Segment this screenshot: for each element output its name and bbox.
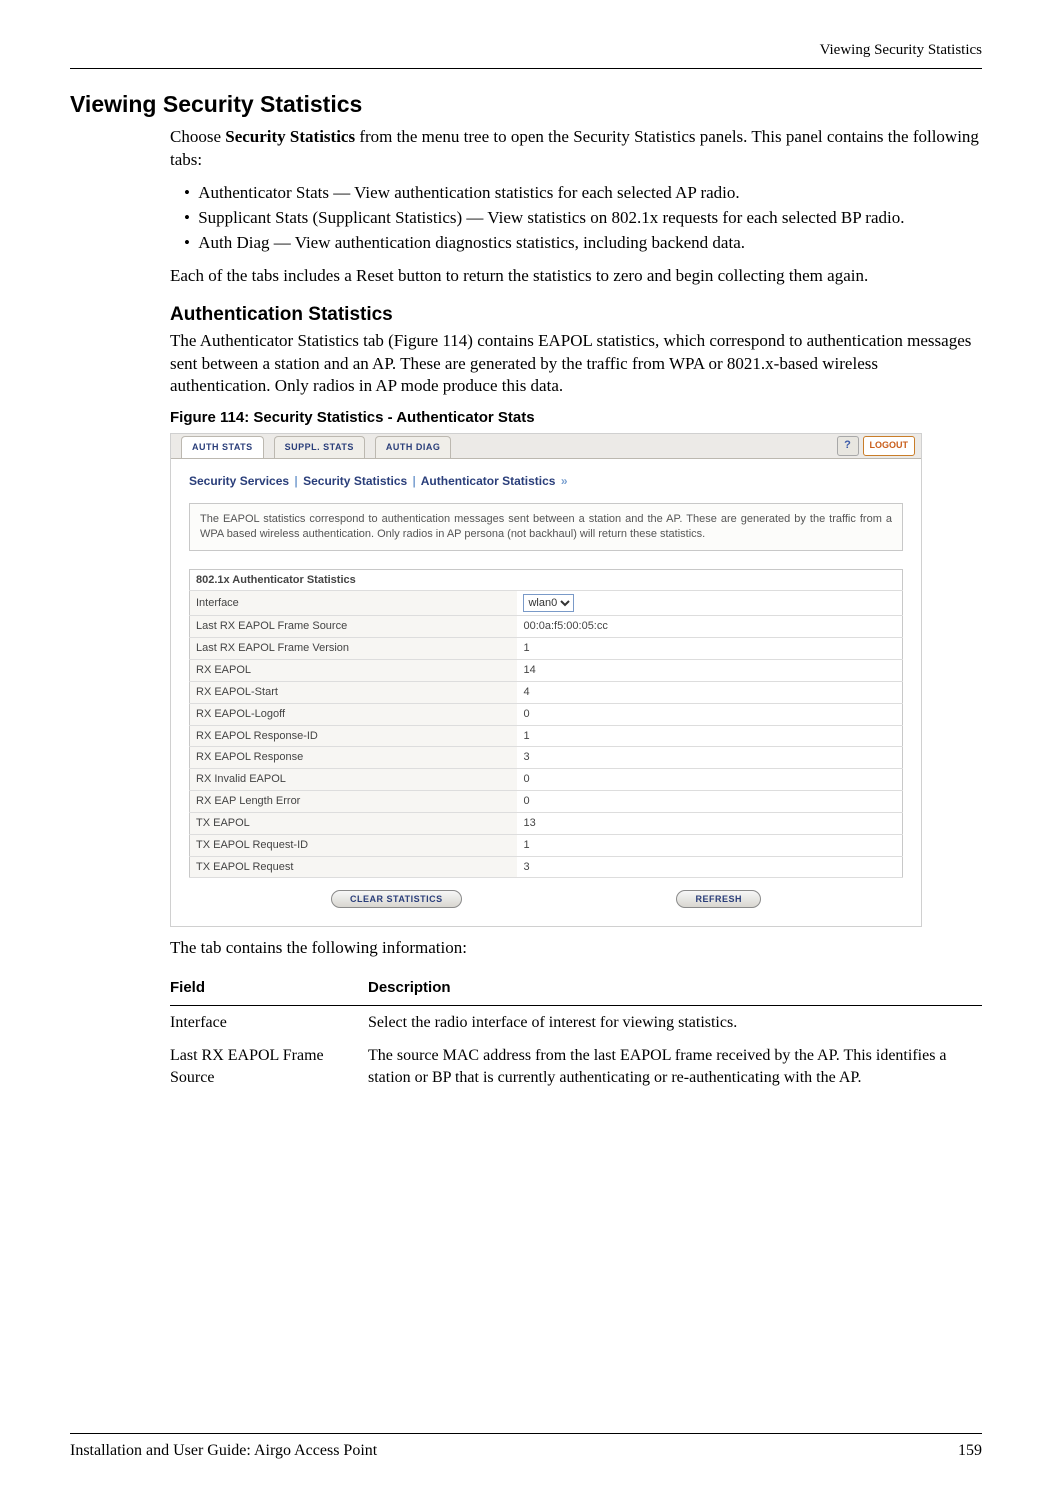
table-row: RX EAPOL Response3 — [190, 747, 903, 769]
page-title: Viewing Security Statistics — [70, 89, 982, 120]
logout-button[interactable]: LOGOUT — [863, 436, 916, 456]
table-row: RX EAPOL14 — [190, 660, 903, 682]
tab-suppl-stats[interactable]: SUPPL. STATS — [274, 436, 365, 457]
field-row: Last RX EAPOL Frame Source The source MA… — [170, 1039, 982, 1094]
footer-rule — [70, 1433, 982, 1434]
header-rule — [70, 68, 982, 69]
breadcrumb: Security Services | Security Statistics … — [171, 459, 921, 499]
stat-value: 3 — [517, 747, 902, 769]
stat-label: Last RX EAPOL Frame Version — [190, 638, 518, 660]
field-header-field: Field — [170, 972, 368, 1005]
figure-caption: Figure 114: Security Statistics - Authen… — [170, 408, 982, 428]
stat-value: 1 — [517, 638, 902, 660]
intro-paragraph: Choose Security Statistics from the menu… — [170, 126, 982, 172]
running-header: Viewing Security Statistics — [70, 40, 982, 60]
breadcrumb-arrow: » — [559, 474, 570, 488]
table-row: Last RX EAPOL Frame Version1 — [190, 638, 903, 660]
table-row: RX Invalid EAPOL0 — [190, 769, 903, 791]
breadcrumb-sep2: | — [411, 474, 418, 488]
clear-statistics-button[interactable]: CLEAR STATISTICS — [331, 890, 462, 908]
intro-reset-text: Each of the tabs includes a Reset button… — [170, 265, 982, 288]
table-row: TX EAPOL Request3 — [190, 856, 903, 878]
stat-label: RX EAPOL Response-ID — [190, 725, 518, 747]
table-row: RX EAP Length Error0 — [190, 791, 903, 813]
stat-value: 14 — [517, 660, 902, 682]
field-header-desc: Description — [368, 972, 982, 1005]
stat-label: TX EAPOL — [190, 812, 518, 834]
description-box: The EAPOL statistics correspond to authe… — [189, 503, 903, 551]
stats-table-title: 802.1x Authenticator Statistics — [190, 569, 903, 591]
refresh-button[interactable]: REFRESH — [676, 890, 761, 908]
stat-label: RX Invalid EAPOL — [190, 769, 518, 791]
stat-label: RX EAPOL — [190, 660, 518, 682]
stat-value: 00:0a:f5:00:05:cc — [517, 616, 902, 638]
intro-bullet-3: Auth Diag — View authentication diagnost… — [184, 232, 982, 255]
screenshot-panel: AUTH STATS SUPPL. STATS AUTH DIAG ? LOGO… — [170, 433, 922, 928]
page-footer: Installation and User Guide: Airgo Acces… — [70, 1433, 982, 1462]
subheading-auth-stats: Authentication Statistics — [170, 302, 982, 328]
intro-bullets: Authenticator Stats — View authenticatio… — [170, 182, 982, 255]
table-row: TX EAPOL Request-ID1 — [190, 834, 903, 856]
breadcrumb-part2: Security Statistics — [303, 474, 407, 488]
after-screenshot-text: The tab contains the following informati… — [170, 937, 982, 960]
intro-bullet-1: Authenticator Stats — View authenticatio… — [184, 182, 982, 205]
tab-auth-diag[interactable]: AUTH DIAG — [375, 436, 452, 457]
stat-label: RX EAPOL Response — [190, 747, 518, 769]
table-row: Last RX EAPOL Frame Source00:0a:f5:00:05… — [190, 616, 903, 638]
stat-value: 1 — [517, 725, 902, 747]
interface-select[interactable]: wlan0 — [523, 594, 574, 612]
table-row-interface: Interface wlan0 — [190, 591, 903, 616]
tab-bar: AUTH STATS SUPPL. STATS AUTH DIAG ? LOGO… — [171, 434, 921, 459]
subheading-paragraph: The Authenticator Statistics tab (Figure… — [170, 330, 982, 399]
intro-bullet-2: Supplicant Stats (Supplicant Statistics)… — [184, 207, 982, 230]
table-row: RX EAPOL Response-ID1 — [190, 725, 903, 747]
stat-label: RX EAPOL-Logoff — [190, 703, 518, 725]
stat-label: TX EAPOL Request-ID — [190, 834, 518, 856]
footer-right: 159 — [958, 1440, 982, 1462]
field-name: Last RX EAPOL Frame Source — [170, 1039, 368, 1094]
stat-value: 0 — [517, 769, 902, 791]
stats-table: 802.1x Authenticator Statistics Interfac… — [189, 569, 903, 879]
intro-prefix: Choose — [170, 127, 225, 146]
stat-label: TX EAPOL Request — [190, 856, 518, 878]
table-row: RX EAPOL-Logoff0 — [190, 703, 903, 725]
stat-value: 4 — [517, 681, 902, 703]
table-row: RX EAPOL-Start4 — [190, 681, 903, 703]
tab-auth-stats[interactable]: AUTH STATS — [181, 436, 264, 457]
breadcrumb-sep1: | — [292, 474, 299, 488]
field-name: Interface — [170, 1005, 368, 1039]
field-desc: Select the radio interface of interest f… — [368, 1005, 982, 1039]
stat-value: 0 — [517, 703, 902, 725]
table-row: TX EAPOL13 — [190, 812, 903, 834]
stat-value: 1 — [517, 834, 902, 856]
stat-value: 3 — [517, 856, 902, 878]
breadcrumb-part1: Security Services — [189, 474, 289, 488]
stat-label: Last RX EAPOL Frame Source — [190, 616, 518, 638]
field-description-table: Field Description Interface Select the r… — [170, 972, 982, 1094]
stat-value: 0 — [517, 791, 902, 813]
stat-label: RX EAPOL-Start — [190, 681, 518, 703]
interface-label: Interface — [190, 591, 518, 616]
footer-left: Installation and User Guide: Airgo Acces… — [70, 1440, 377, 1462]
stat-value: 13 — [517, 812, 902, 834]
stat-label: RX EAP Length Error — [190, 791, 518, 813]
field-desc: The source MAC address from the last EAP… — [368, 1039, 982, 1094]
breadcrumb-part3: Authenticator Statistics — [421, 474, 556, 488]
help-button[interactable]: ? — [837, 436, 859, 456]
field-row: Interface Select the radio interface of … — [170, 1005, 982, 1039]
intro-bold: Security Statistics — [225, 127, 355, 146]
